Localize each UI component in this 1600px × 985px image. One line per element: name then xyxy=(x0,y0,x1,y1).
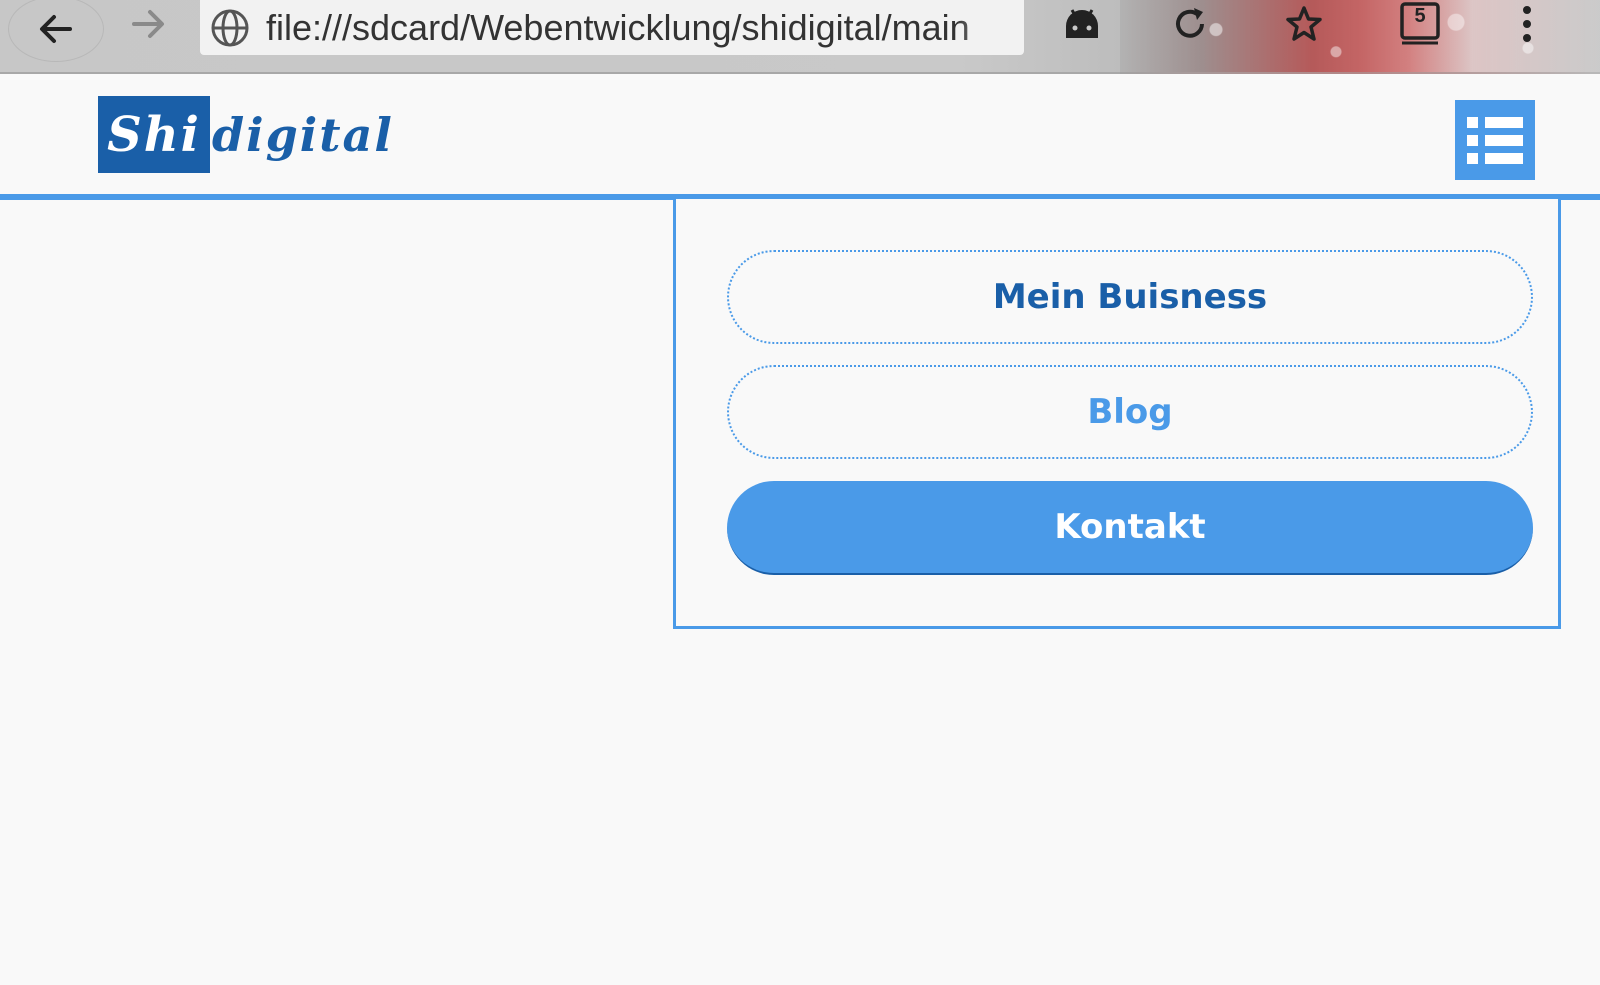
hamburger-list-icon[interactable] xyxy=(1455,100,1535,180)
overflow-menu-icon xyxy=(1523,6,1531,42)
globe-icon xyxy=(210,8,250,48)
reload-icon xyxy=(1176,8,1204,38)
android-icon xyxy=(1066,9,1098,38)
browser-toolbar: file:///sdcard/Webentwicklung/shidigital… xyxy=(0,0,1600,74)
reload-button[interactable] xyxy=(1168,0,1212,48)
address-bar[interactable]: file:///sdcard/Webentwicklung/shidigital… xyxy=(200,0,1024,55)
forward-button[interactable] xyxy=(118,0,178,48)
back-arrow-icon xyxy=(40,15,72,43)
overflow-menu-button[interactable] xyxy=(1515,0,1539,48)
nav-item-mein-buisness[interactable]: Mein Buisness xyxy=(727,250,1533,344)
android-button[interactable] xyxy=(1060,0,1104,48)
site-logo[interactable]: Shi digital xyxy=(98,96,394,173)
logo-part1: Shi xyxy=(98,96,210,173)
tabs-button[interactable]: 5 xyxy=(1396,0,1444,48)
star-icon xyxy=(1286,6,1322,41)
url-text[interactable]: file:///sdcard/Webentwicklung/shidigital… xyxy=(266,7,1016,49)
logo-part2: digital xyxy=(212,107,394,162)
forward-arrow-icon xyxy=(132,10,164,38)
bookmark-button[interactable] xyxy=(1282,0,1326,48)
back-button[interactable] xyxy=(8,0,104,62)
nav-item-blog[interactable]: Blog xyxy=(727,365,1533,459)
nav-item-kontakt[interactable]: Kontakt xyxy=(727,481,1533,575)
tab-count: 5 xyxy=(1414,5,1426,27)
nav-dropdown-panel: Mein Buisness Blog Kontakt xyxy=(673,199,1561,629)
site-header: Shi digital xyxy=(0,74,1600,200)
